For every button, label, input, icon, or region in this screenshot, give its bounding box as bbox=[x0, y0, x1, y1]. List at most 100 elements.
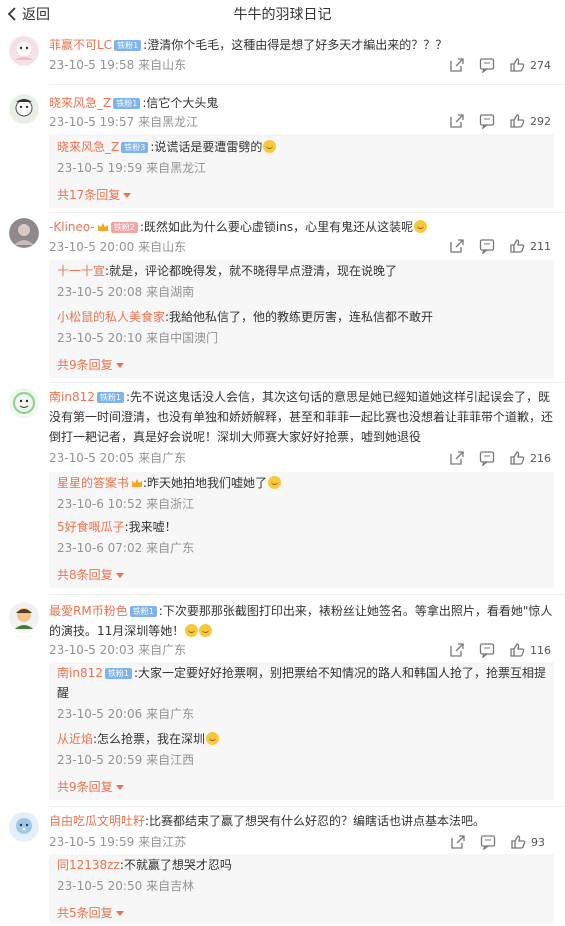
like-button[interactable] bbox=[508, 238, 526, 254]
emoji-icon bbox=[206, 732, 220, 745]
fan-badge[interactable]: 铁粉3 bbox=[121, 142, 149, 153]
like-count: 93 bbox=[531, 835, 545, 849]
reply-text: :怎么抢票，我在深圳 bbox=[93, 732, 206, 746]
comment-icon bbox=[479, 239, 495, 254]
share-button[interactable] bbox=[449, 834, 467, 850]
comment-button[interactable] bbox=[478, 238, 496, 254]
comment-line: 自由吃瓜文明吐籽:比赛都结束了赢了想哭有什么好忍的？编瞎话也讲点基本法吧。 bbox=[49, 812, 485, 830]
more-replies-link[interactable]: 共17条回复 bbox=[57, 186, 131, 203]
avatar[interactable] bbox=[9, 812, 39, 842]
divider bbox=[49, 382, 565, 383]
username[interactable]: -Klineo- bbox=[49, 220, 95, 234]
avatar[interactable] bbox=[9, 218, 39, 248]
reply-text: 醒 bbox=[57, 686, 70, 700]
location: 来自广东 bbox=[146, 541, 195, 555]
like-count: 292 bbox=[530, 114, 551, 128]
username[interactable]: 菲赢不可LC bbox=[49, 38, 112, 52]
comment-button[interactable] bbox=[478, 57, 496, 73]
comment-button[interactable] bbox=[479, 834, 497, 850]
divider bbox=[49, 594, 565, 595]
comment: 自由吃瓜文明吐籽:比赛都结束了赢了想哭有什么好忍的？编瞎话也讲点基本法吧。 23… bbox=[0, 810, 565, 924]
more-replies-link[interactable]: 共9条回复 bbox=[57, 778, 124, 795]
comment-text: 没有第一时间澄清，也没有单独和娇娇解释，甚至和菲菲一起比赛也没想着让菲菲带个道歉… bbox=[49, 410, 554, 424]
comment-icon bbox=[479, 114, 495, 129]
share-button[interactable] bbox=[448, 450, 466, 466]
avatar[interactable] bbox=[9, 36, 39, 66]
divider bbox=[49, 84, 565, 85]
like-button[interactable] bbox=[509, 834, 527, 850]
fan-badge[interactable]: 铁粉1 bbox=[113, 98, 141, 109]
fan-badge[interactable]: 铁粉1 bbox=[96, 392, 124, 403]
fan-badge[interactable]: 铁粉1 bbox=[114, 40, 142, 51]
comment-text: :先不说这鬼话没人会信，其次这句话的意思是她已經知道她这样引起误会了，既 bbox=[125, 390, 550, 404]
emoji-icon bbox=[263, 140, 277, 153]
avatar[interactable] bbox=[9, 94, 39, 124]
reply-username[interactable]: 5好食嘅瓜子 bbox=[57, 520, 125, 534]
location: 来自吉林 bbox=[146, 879, 195, 893]
crown-icon bbox=[132, 479, 143, 487]
share-button[interactable] bbox=[448, 642, 466, 658]
timestamp: 23-10-5 19:57 bbox=[49, 115, 135, 129]
comment-meta: 23-10-5 20:00 来自山东 bbox=[49, 239, 186, 255]
comment-line: 菲赢不可LC 铁粉1:澄清你个毛毛，这種由得是想了好多天才編出来的？？？ bbox=[49, 36, 447, 54]
fan-badge[interactable]: 铁粉2 bbox=[110, 222, 138, 233]
reply-username[interactable]: 从近焰 bbox=[57, 732, 93, 746]
like-button[interactable] bbox=[508, 113, 526, 129]
comment-button[interactable] bbox=[478, 450, 496, 466]
like-button[interactable] bbox=[508, 450, 526, 466]
like-icon bbox=[510, 58, 525, 72]
username[interactable]: 晓来风急_Z bbox=[49, 96, 111, 110]
reply-username[interactable]: 晓来风急_Z bbox=[57, 140, 119, 154]
share-button[interactable] bbox=[448, 113, 466, 129]
like-button[interactable] bbox=[508, 57, 526, 73]
location: 来自山东 bbox=[138, 58, 187, 72]
reply-line: 南in812 铁粉1:大家一定要好好抢票啊，别把票给不知情况的路人和韩国人抢了，抢… bbox=[57, 664, 546, 682]
comment-icon bbox=[479, 58, 495, 73]
reply-username[interactable]: 十一十宣 bbox=[57, 264, 105, 278]
comment-text: :下次要那那张截图打印出来，裱粉丝让她签名。等拿出照片，看看她"惊人 bbox=[158, 604, 553, 618]
username[interactable]: 最愛RM币粉色 bbox=[49, 604, 128, 618]
comment: 菲赢不可LC 铁粉1:澄清你个毛毛，这種由得是想了好多天才編出来的？？？ 23-1… bbox=[0, 34, 565, 82]
reply-username[interactable]: 小松鼠的私人美食家 bbox=[57, 310, 165, 324]
more-replies-link[interactable]: 共5条回复 bbox=[57, 904, 124, 921]
reply-text: :我来嘘！ bbox=[124, 520, 177, 534]
share-button[interactable] bbox=[448, 238, 466, 254]
like-icon bbox=[511, 835, 526, 849]
share-button[interactable] bbox=[448, 57, 466, 73]
avatar[interactable] bbox=[9, 602, 39, 632]
fan-badge[interactable]: 铁粉1 bbox=[104, 668, 132, 679]
fan-badge[interactable]: 铁粉1 bbox=[129, 606, 157, 617]
timestamp: 23-10-5 19:59 bbox=[49, 835, 135, 849]
location: 来自黑龙江 bbox=[146, 161, 207, 175]
like-count: 216 bbox=[530, 451, 551, 465]
location: 来自江苏 bbox=[138, 835, 187, 849]
comment-actions: 274 bbox=[436, 57, 551, 73]
username[interactable]: 南in812 bbox=[49, 390, 95, 404]
reply-meta: 23-10-5 20:06 来自广东 bbox=[57, 706, 194, 722]
avatar[interactable] bbox=[9, 388, 39, 418]
reply-username[interactable]: 南in812 bbox=[57, 666, 103, 680]
timestamp: 23-10-5 20:08 bbox=[57, 285, 143, 299]
location: 来自中国澳门 bbox=[146, 331, 219, 345]
share-icon bbox=[450, 643, 464, 657]
comment-actions: 93 bbox=[437, 834, 551, 850]
comment-text: :既然如此为什么要心虚锁ins，心里有鬼还从这装呢 bbox=[139, 220, 414, 234]
comment-button[interactable] bbox=[478, 642, 496, 658]
more-replies-link[interactable]: 共9条回复 bbox=[57, 356, 124, 373]
like-button[interactable] bbox=[508, 642, 526, 658]
timestamp: 23-10-5 20:03 bbox=[49, 643, 135, 657]
reply-username[interactable]: 星星的答案书 bbox=[57, 476, 129, 490]
username[interactable]: 自由吃瓜文明吐籽 bbox=[49, 814, 145, 828]
share-icon bbox=[450, 114, 464, 128]
location: 来自浙江 bbox=[146, 497, 195, 511]
comment-meta: 23-10-5 19:59 来自江苏 bbox=[49, 834, 186, 850]
more-replies-link[interactable]: 共8条回复 bbox=[57, 566, 124, 583]
comment-icon bbox=[479, 451, 495, 466]
comment-icon bbox=[480, 835, 496, 850]
comment-button[interactable] bbox=[478, 113, 496, 129]
timestamp: 23-10-5 20:06 bbox=[57, 707, 143, 721]
timestamp: 23-10-5 19:59 bbox=[57, 161, 143, 175]
comment: 最愛RM币粉色 铁粉1:下次要那那张截图打印出来，裱粉丝让她签名。等拿出照片，看看… bbox=[0, 600, 565, 802]
divider bbox=[49, 806, 565, 807]
reply-username[interactable]: 同12138zz bbox=[57, 858, 120, 872]
